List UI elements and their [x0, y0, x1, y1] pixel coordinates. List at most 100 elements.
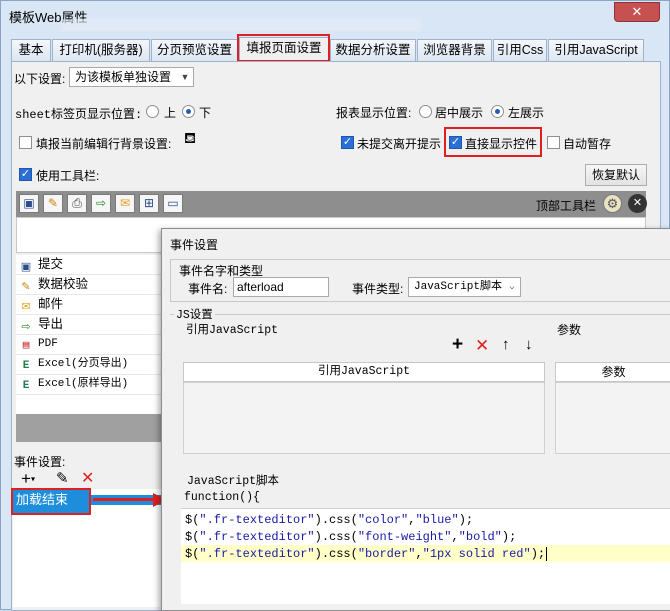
- ref-js-label: 引用JavaScript: [186, 324, 279, 337]
- list-blank: [16, 395, 161, 414]
- gear-icon[interactable]: ⚙: [603, 194, 622, 213]
- highlight-tab: [237, 34, 330, 62]
- item-label: 导出: [38, 317, 64, 331]
- javascript-editor[interactable]: $(".fr-texteditor").css("color","blue");…: [181, 508, 670, 604]
- add-event-icon[interactable]: +▾: [21, 470, 47, 489]
- report-center-radio[interactable]: [419, 105, 432, 118]
- sheet-pos-bottom-label: 下: [199, 106, 212, 120]
- background-blur: [61, 19, 421, 31]
- item-label: Excel(分页导出): [38, 358, 129, 370]
- toolbar-item-validate[interactable]: ✎ 数据校验: [16, 275, 161, 295]
- paint-bucket-icon[interactable]: ⛾: [181, 130, 199, 150]
- use-toolbar-checkbox[interactable]: ✓: [19, 168, 32, 181]
- save-icon[interactable]: ▣: [19, 194, 39, 213]
- mail-icon[interactable]: ✉: [115, 194, 135, 213]
- params-grid[interactable]: [555, 382, 670, 454]
- close-icon[interactable]: ✕: [628, 194, 647, 213]
- toolbar-item-submit[interactable]: ▣ 提交: [16, 255, 161, 275]
- pdf-icon: ▤: [22, 340, 30, 352]
- item-label: 数据校验: [38, 277, 89, 291]
- tab-page-preview[interactable]: 分页预览设置: [151, 39, 238, 61]
- sheet-pos-bottom-radio[interactable]: [182, 105, 195, 118]
- tab-data-analysis[interactable]: 数据分析设置: [330, 39, 416, 61]
- tab-browser-bg[interactable]: 浏览器背景: [417, 39, 492, 61]
- code-line-1: $(".fr-texteditor").css("color","blue");: [185, 513, 474, 527]
- scope-value: 为该模板单独设置: [75, 70, 172, 84]
- fill-bg-checkbox[interactable]: [19, 136, 32, 149]
- unsubmitted-label: 未提交离开提示: [357, 137, 442, 151]
- function-header: function(){: [184, 491, 260, 504]
- title-bar: 模板Web属性 ✕: [1, 1, 670, 31]
- report-center-label: 居中展示: [435, 106, 484, 120]
- code-line-3: $(".fr-texteditor").css("border","1px so…: [185, 547, 548, 561]
- template-web-properties-window: 模板Web属性 ✕ 基本 打印机(服务器) 分页预览设置 填报页面设置 数据分析…: [0, 0, 670, 611]
- code-line-2: $(".fr-texteditor").css("font-weight","b…: [185, 530, 517, 544]
- mail-icon: ✉: [21, 301, 31, 313]
- report-left-radio[interactable]: [491, 105, 504, 118]
- event-name-label: 事件名:: [188, 282, 228, 296]
- top-toolbar-label: 顶部工具栏: [536, 199, 597, 213]
- use-toolbar-label: 使用工具栏:: [36, 169, 100, 183]
- report-left-label: 左展示: [508, 106, 545, 120]
- edit-icon[interactable]: ✎: [43, 194, 63, 213]
- event-type-label: 事件类型:: [352, 282, 404, 296]
- export-icon: ⇨: [21, 321, 31, 333]
- chevron-down-icon: ⌵: [509, 282, 515, 292]
- save-icon: ▣: [20, 261, 32, 273]
- dialog-title: 事件设置: [170, 238, 219, 252]
- toolbar-item-excel-page[interactable]: E Excel(分页导出): [16, 355, 161, 375]
- item-label: 提交: [38, 257, 64, 271]
- add-js-icon[interactable]: +: [452, 335, 468, 354]
- move-down-icon[interactable]: ↓: [525, 336, 539, 354]
- close-button[interactable]: ✕: [614, 2, 660, 22]
- delete-js-icon[interactable]: ✕: [475, 337, 491, 355]
- item-label: Excel(原样导出): [38, 378, 129, 390]
- fill-bg-label: 填报当前编辑行背景设置:: [36, 137, 172, 151]
- params-label: 参数: [557, 323, 582, 337]
- tab-basic[interactable]: 基本: [11, 39, 51, 61]
- autosave-label: 自动暂存: [563, 137, 612, 151]
- report-pos-label: 报表显示位置:: [336, 106, 412, 120]
- tab-ref-css[interactable]: 引用Css: [493, 39, 547, 61]
- tree-icon[interactable]: ⊞: [139, 194, 159, 213]
- arrow-line: [93, 498, 155, 501]
- scope-label: 以下设置:: [14, 72, 66, 86]
- delete-event-icon[interactable]: ✕: [81, 470, 97, 488]
- print-icon[interactable]: ⎙: [67, 194, 87, 213]
- toolbar-item-mail[interactable]: ✉ 邮件: [16, 295, 161, 315]
- list-footer-bar: [16, 414, 161, 442]
- scope-dropdown[interactable]: 为该模板单独设置 ▼: [69, 67, 194, 87]
- restore-default-button[interactable]: 恢复默认: [585, 164, 647, 186]
- js-group-line: [170, 314, 670, 315]
- window-icon[interactable]: ▭: [163, 194, 183, 213]
- unsubmitted-checkbox[interactable]: ✓: [341, 136, 354, 149]
- direct-show-checkbox[interactable]: ✓: [449, 136, 462, 149]
- move-up-icon[interactable]: ↑: [502, 336, 516, 354]
- toolbar-preview: ▣ ✎ ⎙ ⇨ ✉ ⊞ ▭ 顶部工具栏 ⚙ ✕: [16, 191, 647, 217]
- edit-event-icon[interactable]: ✎: [56, 471, 72, 489]
- sheet-pos-top-label: 上: [164, 106, 177, 120]
- excel-icon: E: [22, 380, 30, 392]
- js-group-label: JS设置: [174, 306, 215, 322]
- sheet-pos-top-radio[interactable]: [146, 105, 159, 118]
- toolbar-item-pdf[interactable]: ▤ PDF: [16, 335, 161, 355]
- event-type-dropdown[interactable]: JavaScript脚本 ⌵: [408, 277, 521, 297]
- tab-ref-javascript[interactable]: 引用JavaScript: [548, 39, 644, 61]
- edit-icon: ✎: [21, 281, 31, 293]
- toolbar-item-export[interactable]: ⇨ 导出: [16, 315, 161, 335]
- ref-js-column-header[interactable]: 引用JavaScript: [183, 362, 545, 382]
- params-column-header[interactable]: 参数: [555, 362, 670, 382]
- ref-js-grid[interactable]: [183, 382, 545, 454]
- tab-printer[interactable]: 打印机(服务器): [52, 39, 150, 61]
- excel-icon: E: [22, 360, 30, 372]
- item-label: PDF: [38, 338, 58, 350]
- script-label: JavaScript脚本: [187, 475, 280, 488]
- export-icon[interactable]: ⇨: [91, 194, 111, 213]
- direct-show-label: 直接显示控件: [465, 137, 538, 151]
- toolbar-item-excel-original[interactable]: E Excel(原样导出): [16, 375, 161, 395]
- item-label: 邮件: [38, 297, 64, 311]
- chevron-down-icon: ▼: [180, 72, 190, 82]
- tab-strip: 基本 打印机(服务器) 分页预览设置 填报页面设置 数据分析设置 浏览器背景 引…: [11, 34, 661, 62]
- autosave-checkbox[interactable]: [547, 136, 560, 149]
- event-name-input[interactable]: afterload: [233, 277, 329, 297]
